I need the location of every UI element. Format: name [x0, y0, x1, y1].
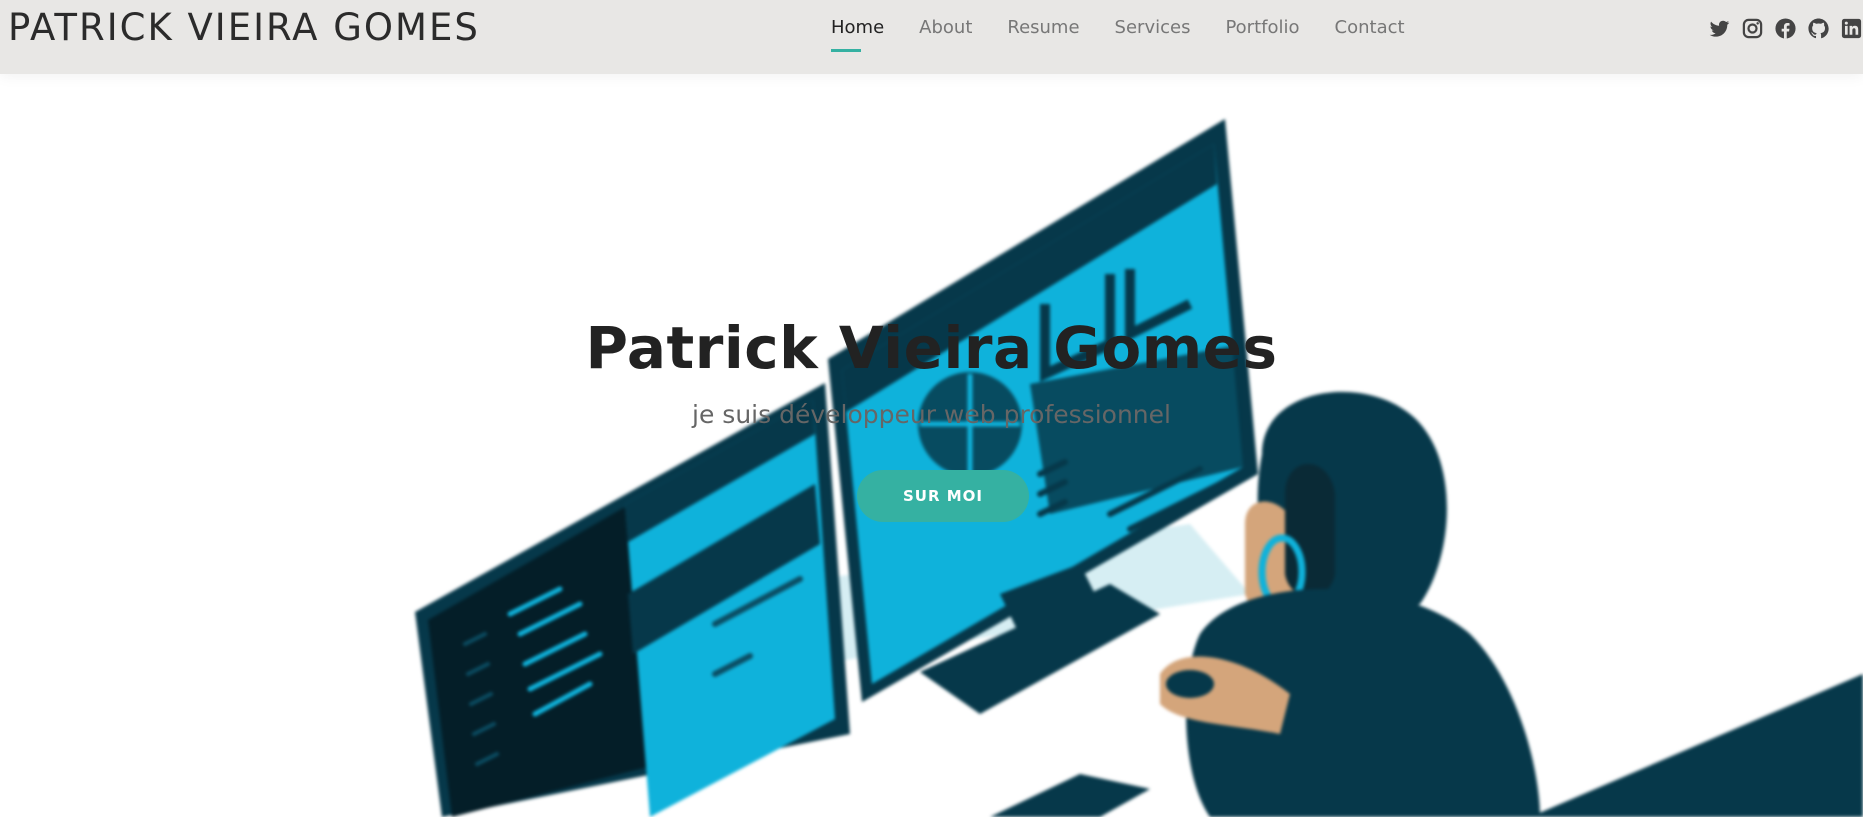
- linkedin-icon[interactable]: [1840, 17, 1863, 40]
- site-logo[interactable]: PATRICK VIEIRA GOMES: [8, 4, 480, 52]
- nav-contact[interactable]: Contact: [1335, 14, 1405, 42]
- nav-home-label: Home: [831, 17, 885, 38]
- facebook-icon[interactable]: [1774, 17, 1797, 40]
- developer-illustration: [415, 119, 1863, 817]
- nav-portfolio[interactable]: Portfolio: [1225, 14, 1299, 42]
- hero-subtitle: je suis développeur web professionnel: [692, 400, 1171, 429]
- instagram-icon[interactable]: [1741, 17, 1764, 40]
- nav-services[interactable]: Services: [1115, 14, 1191, 42]
- nav-resume[interactable]: Resume: [1007, 14, 1079, 42]
- twitter-icon[interactable]: [1708, 17, 1731, 40]
- hero-title: Patrick Vieira Gomes: [585, 314, 1278, 382]
- hero-section: Patrick Vieira Gomes je suis développeur…: [0, 74, 1863, 817]
- about-me-button[interactable]: SUR MOI: [857, 470, 1029, 522]
- active-indicator: [831, 49, 861, 52]
- nav-home[interactable]: Home: [831, 14, 885, 52]
- nav-about[interactable]: About: [919, 14, 972, 42]
- github-icon[interactable]: [1807, 17, 1830, 40]
- site-header: PATRICK VIEIRA GOMES Home About Resume S…: [0, 0, 1863, 74]
- social-links: [1708, 17, 1863, 40]
- main-nav: Home About Resume Services Portfolio Con…: [831, 14, 1440, 52]
